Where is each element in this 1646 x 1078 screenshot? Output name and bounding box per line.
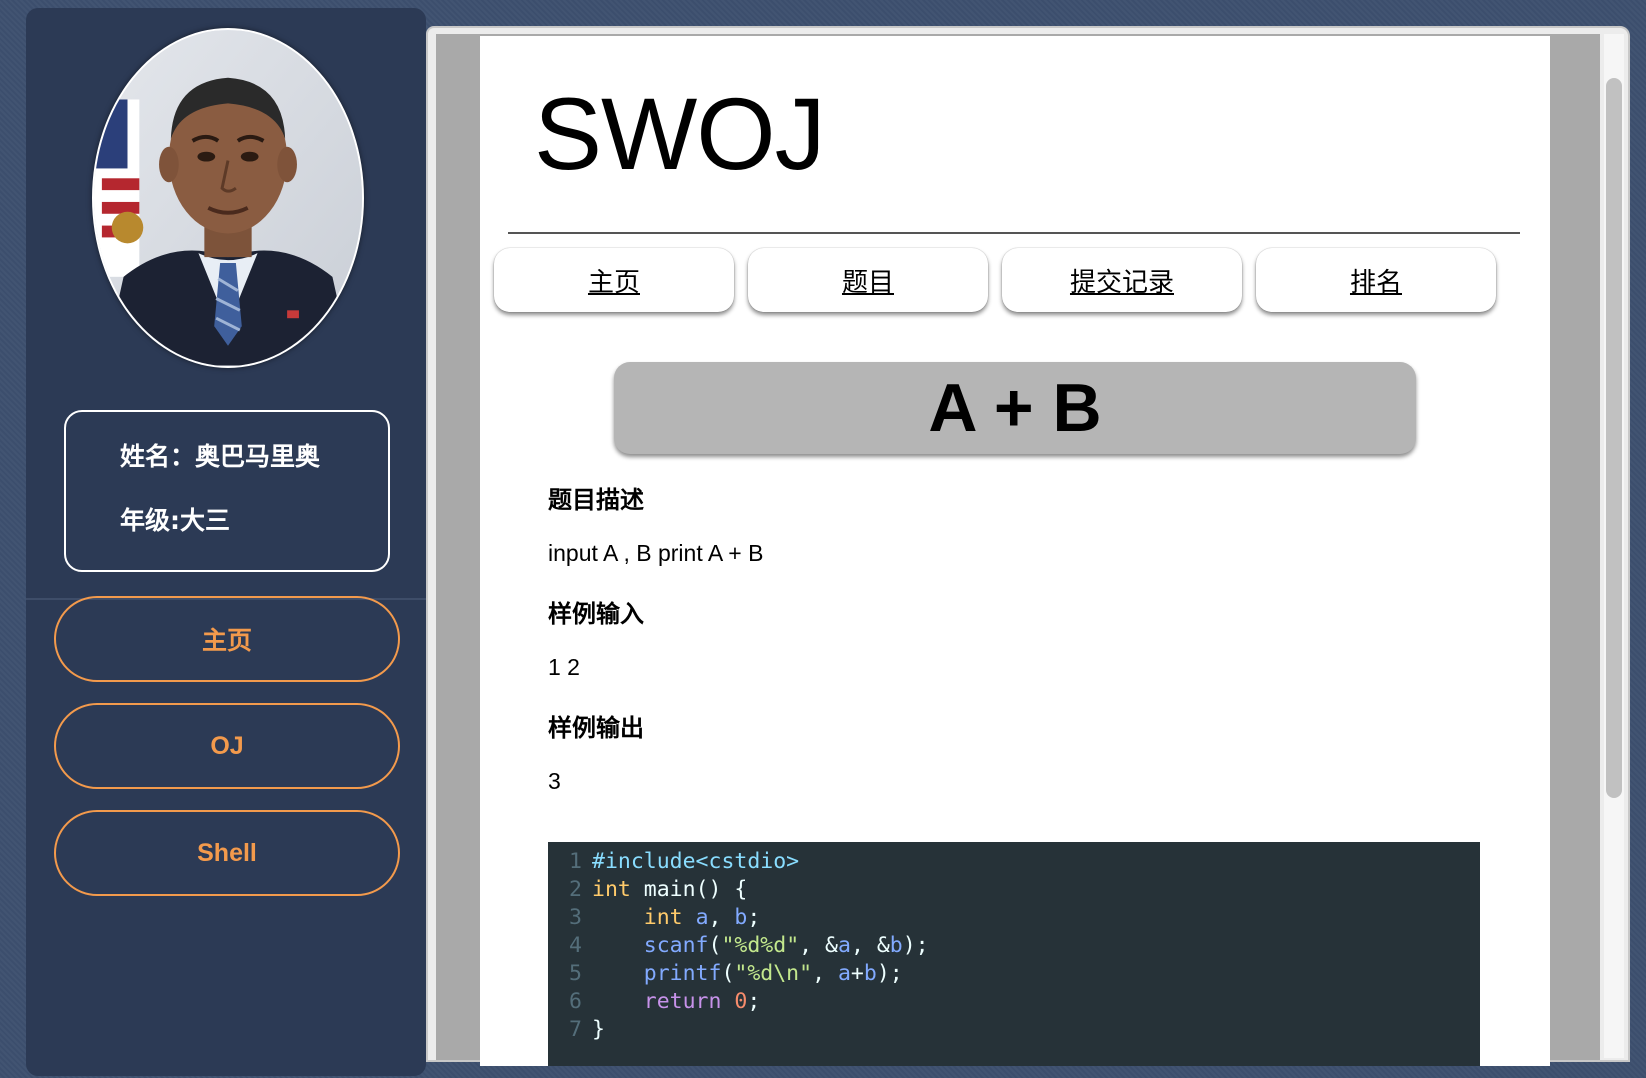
description-heading: 题目描述 (548, 486, 644, 514)
sidebar-shell-button[interactable]: Shell (54, 810, 400, 896)
description-text: input A , B print A + B (548, 540, 764, 566)
avatar (92, 28, 364, 368)
sample-output-heading: 样例输出 (548, 714, 644, 742)
nav-problems-button[interactable]: 题目 (748, 248, 988, 312)
sample-input-heading: 样例输入 (548, 600, 644, 628)
sidebar: 姓名：奥巴马里奥 年级:大三 主页 OJ Shell (26, 8, 426, 1076)
title-divider (508, 232, 1520, 234)
sample-input-text: 1 2 (548, 654, 580, 680)
profile-info-card: 姓名：奥巴马里奥 年级:大三 (64, 410, 390, 572)
code-line: 3 int a, b; (569, 905, 761, 930)
nav-ranking-button[interactable]: 排名 (1256, 248, 1496, 312)
content-frame: SWOJ 主页 题目 提交记录 排名 A + B 题目描述 input A , … (426, 26, 1630, 1066)
sidebar-oj-button[interactable]: OJ (54, 703, 400, 789)
code-editor[interactable]: 1 #include<cstdio> 2 int main() { 3 int a,… (548, 842, 1480, 1066)
nav-home-button[interactable]: 主页 (494, 248, 734, 312)
profile-name: 姓名：奥巴马里奥 (120, 442, 321, 471)
code-line: 2 int main() { (569, 877, 748, 902)
code-line: 6 return 0; (569, 989, 761, 1014)
site-title: SWOJ (534, 77, 826, 191)
profile-photo (94, 30, 362, 366)
problem-title: A + B (614, 362, 1416, 454)
code-line: 4 scanf("%d%d", & a, & b); (569, 933, 929, 958)
scrollbar-thumb[interactable] (1606, 78, 1622, 798)
code-line: 5 printf("%d\n", a + b); (569, 961, 903, 986)
nav-submissions-button[interactable]: 提交记录 (1002, 248, 1242, 312)
code-line: 7} (569, 1017, 605, 1042)
oj-page: SWOJ 主页 题目 提交记录 排名 A + B 题目描述 input A , … (480, 36, 1550, 1066)
profile-grade: 年级:大三 (120, 506, 230, 535)
sidebar-home-button[interactable]: 主页 (54, 596, 400, 682)
sample-output-text: 3 (548, 768, 561, 794)
code-line: 1 #include<cstdio> (569, 849, 800, 874)
